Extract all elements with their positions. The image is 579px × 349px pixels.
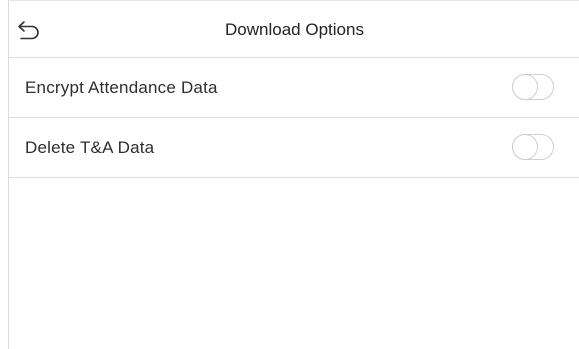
option-row-encrypt-attendance-data[interactable]: Encrypt Attendance Data — [9, 58, 579, 118]
delete-ta-data-toggle[interactable] — [512, 134, 554, 160]
option-label: Delete T&A Data — [25, 138, 155, 157]
header-bar: Download Options — [9, 0, 579, 58]
page-title: Download Options — [225, 20, 364, 39]
toggle-knob — [512, 134, 538, 160]
encrypt-attendance-data-toggle[interactable] — [512, 74, 554, 100]
toggle-knob — [512, 74, 538, 100]
download-options-screen: Download Options Encrypt Attendance Data… — [8, 0, 579, 349]
back-arrow-icon — [15, 17, 43, 43]
option-label: Encrypt Attendance Data — [25, 78, 218, 97]
option-row-delete-ta-data[interactable]: Delete T&A Data — [9, 118, 579, 178]
back-button[interactable] — [15, 17, 43, 43]
